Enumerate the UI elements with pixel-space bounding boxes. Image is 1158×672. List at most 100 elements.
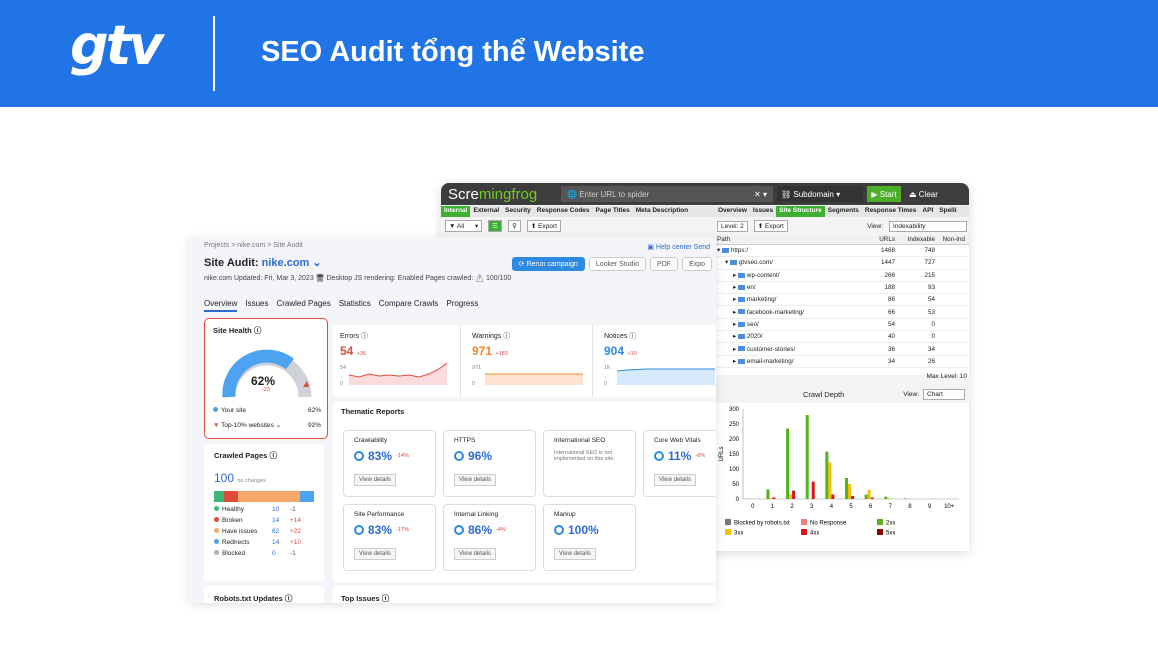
view-details-button[interactable]: View details — [454, 474, 496, 486]
tab-overview[interactable]: Overview — [715, 206, 750, 217]
folder-icon — [721, 247, 729, 253]
chart-view-select[interactable]: Chart — [923, 388, 965, 400]
view-details-button[interactable]: View details — [554, 548, 596, 560]
help-links[interactable]: ▣ Help center Send — [647, 243, 710, 251]
tab-external[interactable]: External — [470, 206, 502, 217]
x-tick-label: 2 — [790, 504, 794, 510]
tree-row[interactable]: ▸ en/188 93 — [715, 282, 969, 295]
tree-row[interactable]: ▾ https:/ 1468 748 — [715, 245, 969, 258]
folder-icon — [737, 297, 745, 303]
crawled-count[interactable]: 100 no changes — [214, 471, 314, 485]
thematic-card[interactable]: Internal Linking 86% -4% View details — [443, 504, 536, 571]
tab-issues-sr[interactable]: Issues — [245, 299, 268, 312]
y-tick-label: 300 — [729, 407, 740, 413]
notices-sparkline — [617, 368, 715, 385]
tree-row[interactable]: ▸ seo/54 0 — [715, 319, 969, 332]
folder-icon — [737, 284, 745, 290]
rerun-campaign-button[interactable]: ⟳ Rerun campaign — [511, 257, 585, 271]
tree-urls: 66 — [887, 308, 895, 316]
export-button-semrush[interactable]: Expo — [682, 257, 712, 271]
tree-path: ▸ 2020/ — [733, 333, 763, 341]
view-details-button[interactable]: View details — [454, 548, 496, 560]
tree-row[interactable]: ▸ wp-content/266 215 — [715, 270, 969, 282]
crawled-row[interactable]: Healthy 10 -1 — [214, 506, 314, 513]
crawled-row[interactable]: Have issues 62 +22 — [214, 528, 314, 535]
site-audit-title: Site Audit: nike.com ⌄ — [204, 257, 322, 269]
thematic-card[interactable]: HTTPS 96% View details — [443, 430, 536, 497]
tree-row[interactable]: ▸ email-marketing/34 26 — [715, 356, 969, 368]
tab-progress[interactable]: Progress — [446, 299, 478, 312]
tree-path: ▸ facebook-marketing/ — [733, 308, 804, 316]
tree-indexable: 93 — [927, 284, 935, 292]
view-details-button[interactable]: View details — [654, 474, 696, 486]
tab-internal[interactable]: Internal — [441, 206, 471, 217]
thematic-card[interactable]: Markup 100% View details — [543, 504, 636, 571]
tab-site-structure[interactable]: Site Structure — [776, 206, 825, 217]
folder-icon — [737, 272, 745, 278]
col-path[interactable]: Path — [715, 236, 865, 243]
warnings-widget[interactable]: Warnings ⓘ 971 +183 971 0 — [465, 325, 593, 397]
legend-swatch — [725, 529, 731, 535]
view-details-button[interactable]: View details — [354, 548, 396, 560]
bar-mark — [887, 498, 891, 499]
breadcrumb[interactable]: Projects > nike.com > Site Audit — [204, 242, 303, 249]
tab-response-times[interactable]: Response Times — [862, 206, 920, 217]
view-select[interactable]: Indexability — [889, 220, 967, 232]
tab-meta-description[interactable]: Meta Description — [633, 206, 691, 217]
tree-row[interactable]: ▸ customer-stories/36 34 — [715, 343, 969, 356]
thematic-title: Thematic Reports — [341, 407, 405, 416]
col-non-indexable[interactable]: Non-Ind — [935, 236, 965, 243]
export-button[interactable]: ⬆ Export — [526, 220, 561, 232]
tab-overview-sr[interactable]: Overview — [204, 299, 238, 312]
tree-row[interactable]: ▸ marketing/86 54 — [715, 294, 969, 307]
notices-widget[interactable]: Notices ⓘ 904 +10 1K 0 — [597, 325, 716, 397]
crawled-row[interactable]: Redirects 14 +10 — [214, 539, 314, 546]
x-tick-label: 7 — [889, 504, 893, 510]
header-banner: gtv SEO Audit tổng thể Website — [0, 0, 1158, 107]
list-view-icon[interactable]: ☰ — [488, 220, 503, 232]
col-urls[interactable]: URLs — [865, 236, 895, 243]
x-tick-label: 3 — [810, 504, 814, 510]
tree-row[interactable]: ▾ gtvseo.com/1447 727 — [715, 257, 969, 270]
tab-security[interactable]: Security — [502, 206, 534, 217]
tab-spelling[interactable]: Spelli — [936, 206, 959, 217]
filter-select[interactable]: ▼ All ▾ — [445, 220, 483, 232]
tree-row[interactable]: ▸ facebook-marketing/66 53 — [715, 306, 969, 319]
thematic-card[interactable]: International SEO International SEO is no… — [543, 430, 636, 497]
col-indexable[interactable]: Indexable — [895, 236, 935, 243]
tree-path: ▸ seo/ — [733, 320, 759, 328]
tab-api[interactable]: API — [919, 206, 936, 217]
legend-label: 5xx — [886, 531, 895, 537]
x-tick-label: 10+ — [944, 504, 955, 510]
tree-urls: 36 — [887, 345, 895, 353]
pdf-button[interactable]: PDF — [650, 257, 679, 271]
tab-segments[interactable]: Segments — [825, 206, 862, 217]
level-select[interactable]: Level: 2 — [717, 220, 748, 232]
errors-widget[interactable]: Errors ⓘ 54 +36 54 0 — [333, 325, 461, 397]
tab-compare-crawls[interactable]: Compare Crawls — [379, 299, 439, 312]
looker-studio-button[interactable]: Looker Studio — [588, 257, 647, 271]
tree-view-icon[interactable]: ⚲ — [508, 220, 521, 232]
crawled-row[interactable]: Blocked 0 -1 — [214, 550, 314, 557]
tab-statistics[interactable]: Statistics — [339, 299, 371, 312]
tree-path: ▸ marketing/ — [733, 296, 777, 304]
tree-row[interactable]: ▸ 2020/40 0 — [715, 331, 969, 344]
tab-crawled-pages[interactable]: Crawled Pages — [276, 299, 330, 312]
tab-issues[interactable]: Issues — [750, 206, 776, 217]
tab-response-codes[interactable]: Response Codes — [534, 206, 593, 217]
view-details-button[interactable]: View details — [354, 474, 396, 486]
tree-indexable: 54 — [927, 296, 935, 304]
view-label: View: — [867, 222, 883, 230]
crawled-row[interactable]: Broken 14 +14 — [214, 517, 314, 524]
thematic-name: Site Performance — [354, 511, 405, 518]
legend-top10[interactable]: ▼ Top-10% websites ⌄ 92% — [213, 421, 321, 430]
domain-select[interactable]: nike.com ⌄ — [262, 257, 322, 269]
tab-page-titles[interactable]: Page Titles — [593, 206, 633, 217]
bar-mark — [766, 489, 770, 499]
thematic-card[interactable]: Core Web Vitals 11% -6% View details — [643, 430, 716, 497]
thematic-card[interactable]: Crawlability 83% -14% View details — [343, 430, 436, 497]
thematic-card[interactable]: Site Performance 83% -17% View details — [343, 504, 436, 571]
legend-swatch — [801, 519, 807, 525]
export-button-right[interactable]: ⬆ Export — [753, 220, 788, 232]
tree-urls: 266 — [884, 271, 895, 279]
